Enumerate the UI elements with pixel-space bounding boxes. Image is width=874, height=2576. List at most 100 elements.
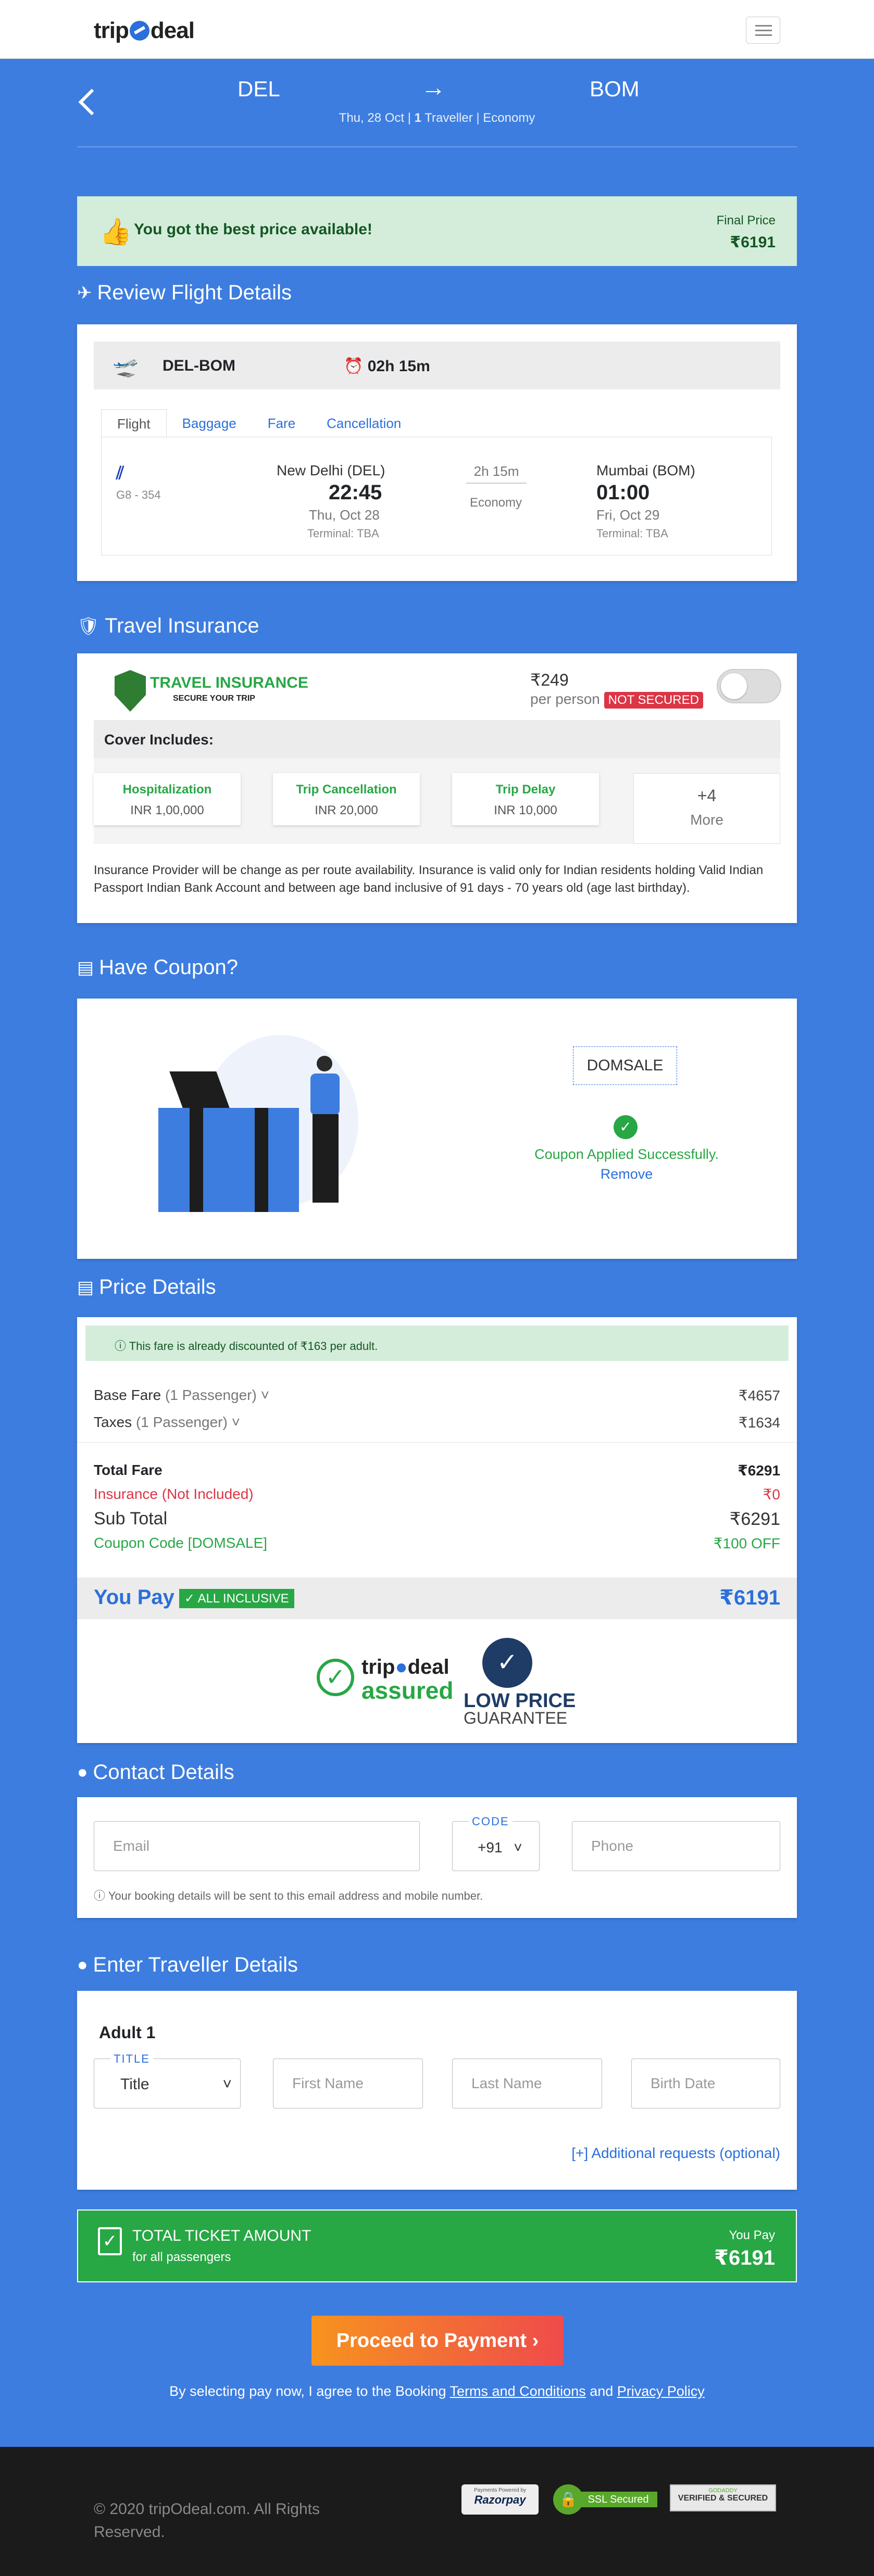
total-ticket-sub: for all passengers bbox=[132, 2250, 231, 2264]
cover-includes-label: Cover Includes: bbox=[104, 731, 214, 748]
coupon-discount-value: ₹100 OFF bbox=[713, 1535, 780, 1551]
tab-cancellation[interactable]: Cancellation bbox=[311, 409, 417, 437]
chevron-down-icon: ˅ bbox=[514, 1839, 522, 1855]
copyright-text: © 2020 tripOdeal.com. All Rights Reserve… bbox=[94, 2501, 320, 2541]
proceed-to-payment-button[interactable]: Proceed to Payment › bbox=[311, 2316, 564, 2366]
cover-title: Trip Delay bbox=[495, 782, 556, 797]
hamburger-line bbox=[755, 30, 772, 31]
logo-text-left: trip bbox=[94, 18, 129, 43]
additional-requests-link[interactable]: [+] Additional requests (optional) bbox=[571, 2145, 780, 2162]
tab-flight[interactable]: Flight bbox=[101, 409, 167, 437]
email-placeholder: Email bbox=[113, 1838, 150, 1854]
terms-link[interactable]: Terms and Conditions bbox=[450, 2383, 586, 2399]
cover-value: INR 20,000 bbox=[315, 803, 378, 817]
coupon-discount-row: Coupon Code [DOMSALE] ₹100 OFF bbox=[94, 1535, 780, 1552]
discount-note: ⓘ This fare is already discounted of ₹16… bbox=[85, 1325, 789, 1361]
low-price-badge-icon: ✓ bbox=[482, 1638, 532, 1688]
flight-number: G8 - 354 bbox=[116, 488, 161, 501]
list-icon: ▤ bbox=[77, 1277, 94, 1297]
origin-code: DEL bbox=[238, 77, 280, 101]
first-name-field[interactable]: First Name bbox=[273, 2059, 423, 2108]
adult-label: Adult 1 bbox=[99, 2023, 156, 2042]
shield-check-icon: 🛡 bbox=[77, 616, 100, 636]
phone-field[interactable]: Phone bbox=[572, 1821, 780, 1871]
taxes-value: ₹1634 bbox=[738, 1415, 780, 1431]
contact-note-text: Your booking details will be sent to thi… bbox=[108, 1889, 483, 1902]
total-pay-value: ₹6191 bbox=[714, 2246, 775, 2269]
flight-tabs: Flight Baggage Fare Cancellation bbox=[101, 409, 417, 437]
chevron-down-icon: ˅ bbox=[222, 2076, 232, 2093]
cabin-class: Economy bbox=[469, 496, 522, 510]
contact-note: ⓘ Your booking details will be sent to t… bbox=[94, 1887, 483, 1903]
ssl-text: SSL Secured bbox=[579, 2492, 657, 2507]
person-illustration bbox=[317, 1056, 332, 1071]
traveller-class: Traveller | Economy bbox=[424, 111, 535, 125]
assured-logo-right: deal bbox=[407, 1656, 450, 1678]
insurance-brand: TRAVEL INSURANCE bbox=[150, 674, 308, 691]
price-details-title: Price Details bbox=[99, 1276, 216, 1298]
final-price-value: ₹6191 bbox=[730, 234, 776, 251]
travel-duration: 2h 15m bbox=[466, 463, 527, 484]
cover-more-label: More bbox=[690, 812, 723, 828]
gift-box-icon bbox=[158, 1108, 299, 1212]
you-pay-label: You Pay bbox=[94, 1586, 174, 1609]
razorpay-name: Razorpay bbox=[474, 2493, 526, 2506]
info-icon: ⓘ bbox=[94, 1889, 106, 1902]
all-inclusive-badge: ✓ ALL INCLUSIVE bbox=[179, 1589, 294, 1608]
contact-details-heading: ● Contact Details bbox=[77, 1761, 234, 1784]
traveller-details-heading: ● Enter Traveller Details bbox=[77, 1953, 298, 1977]
insurance-note: Insurance Provider will be change as per… bbox=[94, 863, 764, 895]
email-field[interactable]: Email bbox=[94, 1821, 420, 1871]
country-code-select[interactable]: +91 ˅ bbox=[452, 1821, 540, 1871]
assured-check-icon: ✓ bbox=[317, 1659, 354, 1696]
departure-city: New Delhi (DEL) bbox=[277, 462, 385, 478]
hamburger-menu-button[interactable] bbox=[746, 17, 780, 44]
arrival-terminal: Terminal: TBA bbox=[596, 527, 668, 540]
cover-title: Trip Cancellation bbox=[296, 782, 397, 797]
final-price-label: Final Price bbox=[716, 213, 776, 228]
arrival-date: Fri, Oct 29 bbox=[596, 507, 660, 523]
hamburger-line bbox=[755, 34, 772, 36]
proceed-label: Proceed to Payment bbox=[336, 2330, 527, 2352]
agreement-text: By selecting pay now, I agree to the Boo… bbox=[0, 2383, 874, 2400]
contact-details-title: Contact Details bbox=[93, 1761, 234, 1784]
taxes-row[interactable]: Taxes (1 Passenger) ˅ ₹1634 bbox=[94, 1414, 780, 1431]
tab-baggage[interactable]: Baggage bbox=[167, 409, 252, 437]
razorpay-caption: Payments Powered by bbox=[473, 2487, 527, 2493]
person-legs bbox=[313, 1114, 339, 1203]
phone-placeholder: Phone bbox=[591, 1838, 633, 1854]
sub-total-value: ₹6291 bbox=[729, 1509, 780, 1529]
birth-date-placeholder: Birth Date bbox=[651, 2075, 716, 2091]
price-details-card: ⓘ This fare is already discounted of ₹16… bbox=[77, 1317, 797, 1743]
chevron-down-icon: ˅ bbox=[231, 1414, 240, 1430]
tab-fare[interactable]: Fare bbox=[252, 409, 311, 437]
taxes-pax: (1 Passenger) bbox=[135, 1414, 228, 1430]
site-logo[interactable]: trip deal bbox=[94, 18, 195, 44]
insurance-toggle[interactable] bbox=[717, 669, 781, 703]
cover-more-button[interactable]: +4 More bbox=[633, 773, 780, 844]
privacy-policy-link[interactable]: Privacy Policy bbox=[617, 2383, 705, 2399]
you-pay-value: ₹6191 bbox=[719, 1586, 780, 1609]
insurance-status-badge: NOT SECURED bbox=[604, 692, 703, 709]
title-select[interactable]: Title ˅ bbox=[94, 2059, 241, 2108]
remove-coupon-link[interactable]: Remove bbox=[504, 1166, 749, 1182]
last-name-field[interactable]: Last Name bbox=[452, 2059, 602, 2108]
base-fare-row[interactable]: Base Fare (1 Passenger) ˅ ₹4657 bbox=[94, 1387, 780, 1404]
birth-date-field[interactable]: Birth Date bbox=[631, 2059, 780, 2108]
footer: © 2020 tripOdeal.com. All Rights Reserve… bbox=[0, 2447, 874, 2576]
coupon-heading: ▤ Have Coupon? bbox=[77, 956, 238, 979]
insurance-shield-icon bbox=[115, 670, 146, 712]
logo-text-right: deal bbox=[150, 18, 195, 43]
coupon-title: Have Coupon? bbox=[99, 956, 238, 979]
flight-route-code: DEL-BOM bbox=[163, 357, 235, 374]
check-icon: ✓ bbox=[98, 2227, 122, 2255]
total-ticket-bar: ✓ TOTAL TICKET AMOUNT for all passengers… bbox=[77, 2209, 797, 2282]
info-icon: ⓘ bbox=[115, 1340, 127, 1353]
sub-total-row: Sub Total ₹6291 bbox=[94, 1509, 780, 1530]
all-inclusive-text: ALL INCLUSIVE bbox=[197, 1592, 289, 1606]
first-name-placeholder: First Name bbox=[292, 2075, 364, 2091]
top-navbar: trip deal bbox=[0, 0, 874, 59]
guarantee-text: GUARANTEE bbox=[464, 1709, 568, 1727]
last-name-placeholder: Last Name bbox=[471, 2075, 542, 2091]
gift-ribbon bbox=[255, 1108, 268, 1212]
